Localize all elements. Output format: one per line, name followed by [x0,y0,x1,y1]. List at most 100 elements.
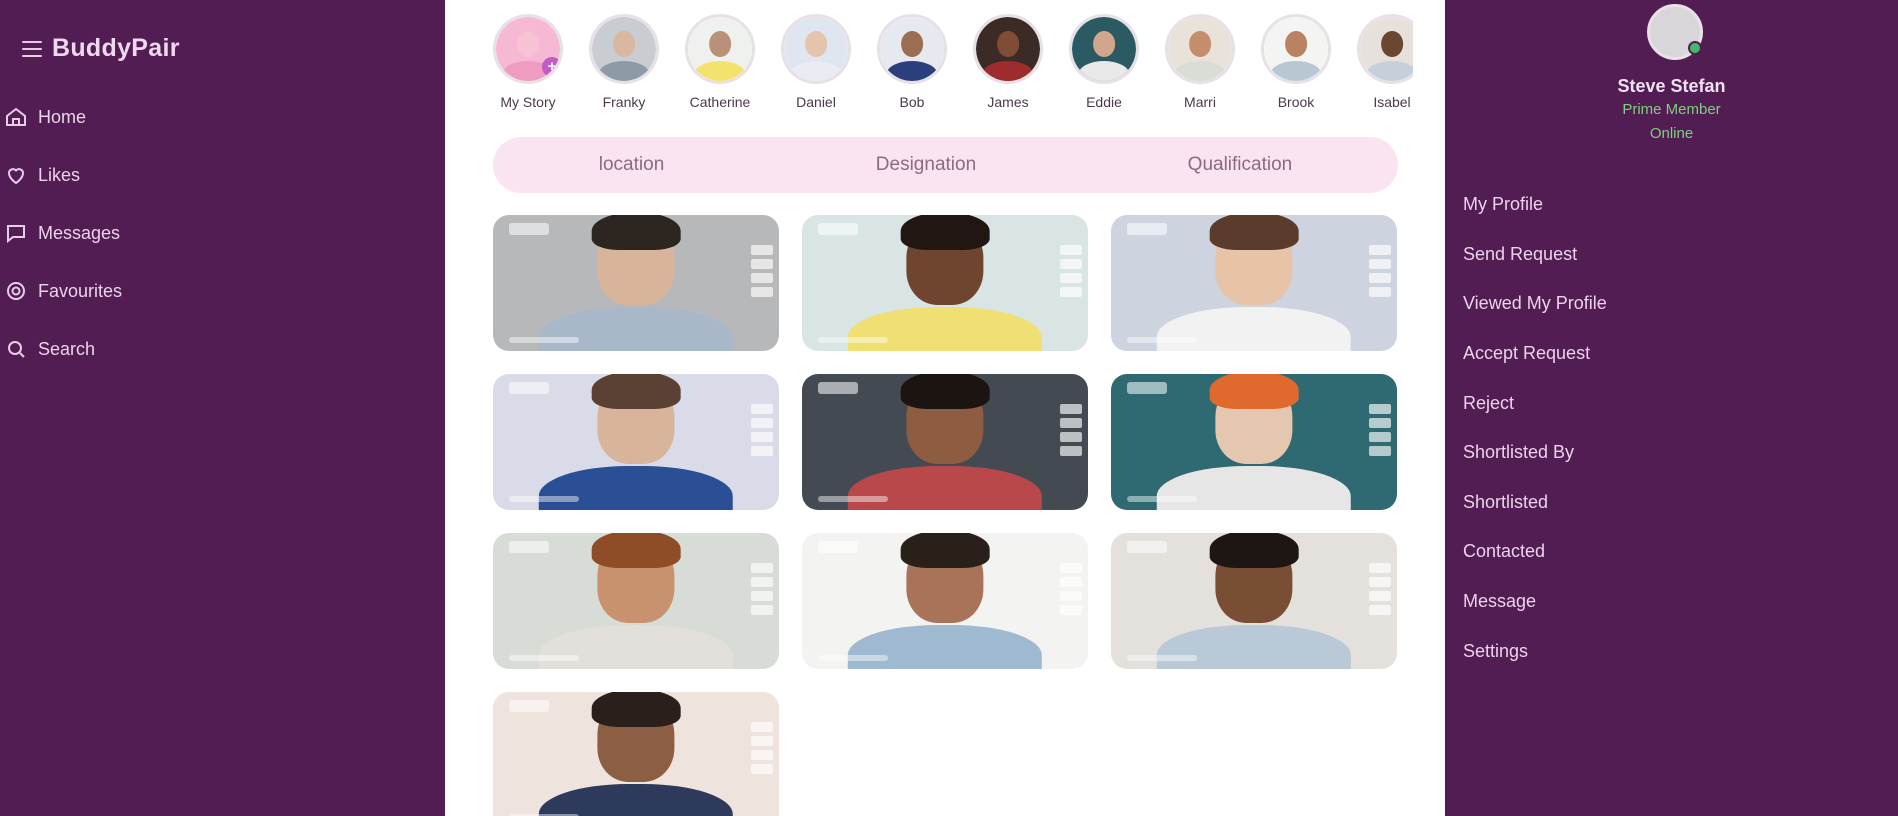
card-action-icons[interactable] [1060,245,1082,297]
story-avatar[interactable] [781,14,851,84]
tab-qualification[interactable]: Qualification [1188,154,1293,176]
story-item[interactable]: Eddie [1069,14,1139,114]
card-action-icon[interactable] [1369,605,1391,615]
story-avatar[interactable] [685,14,755,84]
card-action-icon[interactable] [751,259,773,269]
tab-location[interactable]: location [599,154,665,176]
profile-card[interactable] [802,215,1088,351]
card-action-icons[interactable] [751,722,773,774]
card-action-icon[interactable] [1369,577,1391,587]
card-action-icon[interactable] [751,605,773,615]
card-action-icons[interactable] [1369,245,1391,297]
story-item[interactable]: + My Story [493,14,563,114]
card-action-icons[interactable] [1369,404,1391,456]
story-avatar[interactable] [589,14,659,84]
stories-bar[interactable]: + My Story Franky Catherine Daniel Bob James Ed… [493,14,1413,114]
card-action-icon[interactable] [751,736,773,746]
card-action-icon[interactable] [1060,591,1082,601]
story-item[interactable]: Marri [1165,14,1235,114]
card-action-icon[interactable] [1369,446,1391,456]
story-avatar[interactable] [1261,14,1331,84]
menu-item-viewed-my-profile[interactable]: Viewed My Profile [1463,279,1607,329]
card-action-icon[interactable] [751,287,773,297]
profile-card[interactable] [1111,374,1397,510]
story-item[interactable]: Daniel [781,14,851,114]
card-action-icon[interactable] [751,404,773,414]
card-action-icon[interactable] [1369,418,1391,428]
menu-item-my-profile[interactable]: My Profile [1463,180,1607,230]
card-action-icon[interactable] [1060,404,1082,414]
card-action-icon[interactable] [751,750,773,760]
menu-item-shortlisted-by[interactable]: Shortlisted By [1463,428,1607,478]
card-action-icon[interactable] [1369,404,1391,414]
story-item[interactable]: James [973,14,1043,114]
card-action-icon[interactable] [1060,418,1082,428]
story-avatar[interactable] [1357,14,1413,84]
card-action-icons[interactable] [1060,563,1082,615]
profile-card[interactable] [493,692,779,816]
card-action-icon[interactable] [1060,446,1082,456]
menu-item-send-request[interactable]: Send Request [1463,230,1607,280]
nav-item-home[interactable]: Home [4,88,122,146]
card-action-icons[interactable] [1060,404,1082,456]
profile-card[interactable] [493,533,779,669]
story-avatar[interactable] [1069,14,1139,84]
menu-item-accept-request[interactable]: Accept Request [1463,329,1607,379]
card-action-icons[interactable] [751,563,773,615]
card-action-icons[interactable] [751,245,773,297]
card-action-icon[interactable] [751,418,773,428]
brand[interactable]: BuddyPair [22,34,180,63]
story-item[interactable]: Brook [1261,14,1331,114]
hamburger-menu-icon[interactable] [22,40,42,57]
story-item[interactable]: Franky [589,14,659,114]
card-action-icon[interactable] [1060,245,1082,255]
story-avatar[interactable] [1165,14,1235,84]
nav-item-likes[interactable]: Likes [4,146,122,204]
menu-item-reject[interactable]: Reject [1463,378,1607,428]
card-action-icons[interactable] [1369,563,1391,615]
card-action-icon[interactable] [1060,577,1082,587]
tab-designation[interactable]: Designation [876,154,976,176]
card-action-icon[interactable] [751,722,773,732]
nav-item-search[interactable]: Search [4,320,122,378]
profile-card[interactable] [493,374,779,510]
card-action-icon[interactable] [1369,259,1391,269]
profile-card[interactable] [493,215,779,351]
card-action-icon[interactable] [751,563,773,573]
story-avatar[interactable] [877,14,947,84]
card-action-icon[interactable] [1369,591,1391,601]
card-action-icon[interactable] [751,577,773,587]
card-action-icons[interactable] [751,404,773,456]
profile-card[interactable] [1111,533,1397,669]
card-action-icon[interactable] [751,245,773,255]
menu-item-settings[interactable]: Settings [1463,626,1607,676]
card-action-icon[interactable] [1060,259,1082,269]
profile-card[interactable] [802,374,1088,510]
card-action-icon[interactable] [1369,287,1391,297]
add-story-icon[interactable]: + [542,57,560,77]
card-action-icon[interactable] [1060,605,1082,615]
story-avatar[interactable] [973,14,1043,84]
menu-item-shortlisted[interactable]: Shortlisted [1463,478,1607,528]
card-action-icon[interactable] [1369,245,1391,255]
story-item[interactable]: Isabel [1357,14,1413,114]
story-item[interactable]: Bob [877,14,947,114]
card-action-icon[interactable] [1060,563,1082,573]
profile-card[interactable] [1111,215,1397,351]
profile-card[interactable] [802,533,1088,669]
nav-item-messages[interactable]: Messages [4,204,122,262]
menu-item-message[interactable]: Message [1463,577,1607,627]
card-action-icon[interactable] [751,446,773,456]
card-action-icon[interactable] [751,591,773,601]
story-item[interactable]: Catherine [685,14,755,114]
card-action-icon[interactable] [1369,273,1391,283]
card-action-icon[interactable] [751,764,773,774]
nav-item-favourites[interactable]: Favourites [4,262,122,320]
card-action-icon[interactable] [1369,432,1391,442]
card-action-icon[interactable] [1060,432,1082,442]
story-avatar[interactable]: + [493,14,563,84]
card-action-icon[interactable] [1060,273,1082,283]
card-action-icon[interactable] [1369,563,1391,573]
card-action-icon[interactable] [751,432,773,442]
card-action-icon[interactable] [751,273,773,283]
